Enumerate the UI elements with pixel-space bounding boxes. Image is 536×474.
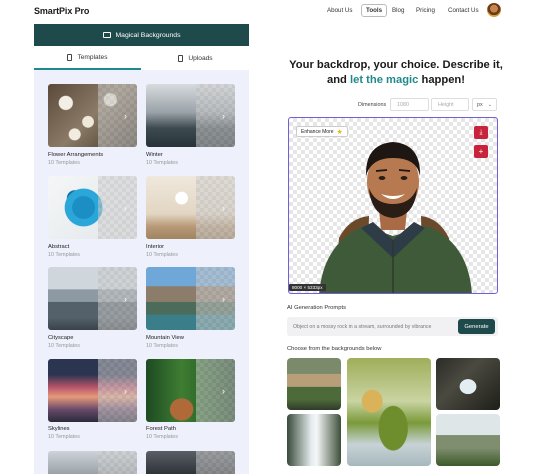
template-card-cityscape[interactable]: › xyxy=(48,267,137,330)
chevron-right-icon: › xyxy=(222,385,225,396)
panel-tabs: Templates Uploads xyxy=(34,46,249,70)
app-logo[interactable]: SmartPix Pro xyxy=(34,6,89,16)
checker-overlay xyxy=(195,176,235,239)
background-option[interactable] xyxy=(287,358,341,410)
nav-tools[interactable]: Tools xyxy=(361,4,388,17)
tab-uploads-label: Uploads xyxy=(188,54,213,62)
chevron-right-icon: › xyxy=(124,110,127,121)
template-count: 10 Templates xyxy=(146,434,178,440)
checker-overlay xyxy=(97,84,137,147)
headline-line-2: and let the magic happen! xyxy=(270,73,522,88)
nav-pricing[interactable]: Pricing xyxy=(416,7,435,14)
plus-icon: + xyxy=(478,147,484,156)
template-count: 10 Templates xyxy=(146,252,178,258)
chevron-right-icon: › xyxy=(124,293,127,304)
template-card-flower-arrangements[interactable]: › xyxy=(48,84,137,147)
checker-overlay xyxy=(195,451,235,474)
headline-text: happen! xyxy=(418,74,465,86)
tab-templates[interactable]: Templates xyxy=(34,46,141,70)
template-count: 10 Templates xyxy=(146,160,178,166)
width-input[interactable]: 1080 xyxy=(390,98,429,111)
template-card-skylines[interactable]: › xyxy=(48,359,137,422)
image-size-tag: 8000 × 5333px xyxy=(289,284,326,291)
template-name: Interior xyxy=(146,244,165,250)
template-name: Cityscape xyxy=(48,335,74,341)
template-count: 10 Templates xyxy=(146,343,178,349)
prompts-section-label: AI Generation Prompts xyxy=(287,305,346,311)
template-name: Winter xyxy=(146,152,163,158)
template-name: Forest Path xyxy=(146,426,176,432)
magic-icon xyxy=(102,32,111,38)
nav-about-us[interactable]: About Us xyxy=(327,7,352,14)
template-count: 10 Templates xyxy=(48,252,80,258)
chevron-right-icon: › xyxy=(124,202,127,213)
unit-value: px xyxy=(477,101,483,108)
checker-overlay xyxy=(97,451,137,474)
checker-overlay xyxy=(195,267,235,330)
headline-text: and xyxy=(326,74,350,86)
download-icon: ⤓ xyxy=(479,128,483,136)
template-card-winter[interactable]: › xyxy=(146,84,235,147)
add-button[interactable]: + xyxy=(474,145,488,158)
magic-label: Magical Backgrounds xyxy=(115,31,181,39)
nav-blog[interactable]: Blog xyxy=(392,7,404,14)
template-count: 10 Templates xyxy=(48,160,80,166)
template-card-abstract[interactable]: › xyxy=(48,176,137,239)
template-count: 10 Templates xyxy=(48,434,80,440)
template-card-interior[interactable]: › xyxy=(146,176,235,239)
template-name: Skylines xyxy=(48,426,70,432)
magical-backgrounds-header[interactable]: Magical Backgrounds xyxy=(34,24,249,46)
headline-line-1: Your backdrop, your choice. Describe it, xyxy=(289,59,503,71)
template-card[interactable] xyxy=(146,451,235,474)
page-headline: Your backdrop, your choice. Describe it,… xyxy=(270,58,522,88)
subject-person-image xyxy=(319,142,472,293)
chevron-down-icon: ⌄ xyxy=(487,101,492,108)
template-card-forest-path[interactable]: › xyxy=(146,359,235,422)
template-card-mountain-view[interactable]: › xyxy=(146,267,235,330)
background-option[interactable] xyxy=(436,414,500,466)
download-button[interactable]: ⤓ xyxy=(474,126,488,139)
image-canvas[interactable] xyxy=(288,117,498,294)
tab-templates-label: Templates xyxy=(77,53,108,61)
enhance-more-label: Enhance More xyxy=(301,128,334,135)
chevron-right-icon: › xyxy=(124,385,127,396)
file-icon xyxy=(67,53,73,61)
template-name: Flower Arrangements xyxy=(48,152,104,158)
background-option[interactable] xyxy=(436,358,500,410)
headline-accent: let the magic xyxy=(349,74,419,86)
file-icon xyxy=(178,54,184,62)
checker-overlay xyxy=(97,359,137,422)
background-option[interactable] xyxy=(287,414,341,466)
template-count: 10 Templates xyxy=(48,343,80,349)
backgrounds-section-label: Choose from the backgrounds below xyxy=(287,346,382,352)
tab-uploads[interactable]: Uploads xyxy=(142,46,249,70)
checker-overlay xyxy=(195,359,235,422)
background-option-selected[interactable] xyxy=(347,358,431,466)
user-avatar[interactable] xyxy=(487,3,501,17)
checker-overlay xyxy=(97,267,137,330)
chevron-right-icon: › xyxy=(222,293,225,304)
dimensions-label: Dimensions xyxy=(358,102,387,108)
chevron-right-icon: › xyxy=(222,110,225,121)
template-name: Abstract xyxy=(48,244,70,250)
generate-button[interactable]: Generate xyxy=(458,319,495,334)
checker-overlay xyxy=(97,176,137,239)
height-input[interactable]: Height xyxy=(431,98,469,111)
template-name: Mountain View xyxy=(146,335,184,341)
star-icon: ★ xyxy=(336,128,343,136)
nav-contact-us[interactable]: Contact Us xyxy=(448,7,479,14)
unit-select[interactable]: px ⌄ xyxy=(472,98,497,111)
checker-overlay xyxy=(195,84,235,147)
template-card[interactable] xyxy=(48,451,137,474)
enhance-more-button[interactable]: Enhance More ★ xyxy=(296,126,348,137)
chevron-right-icon: › xyxy=(222,202,225,213)
